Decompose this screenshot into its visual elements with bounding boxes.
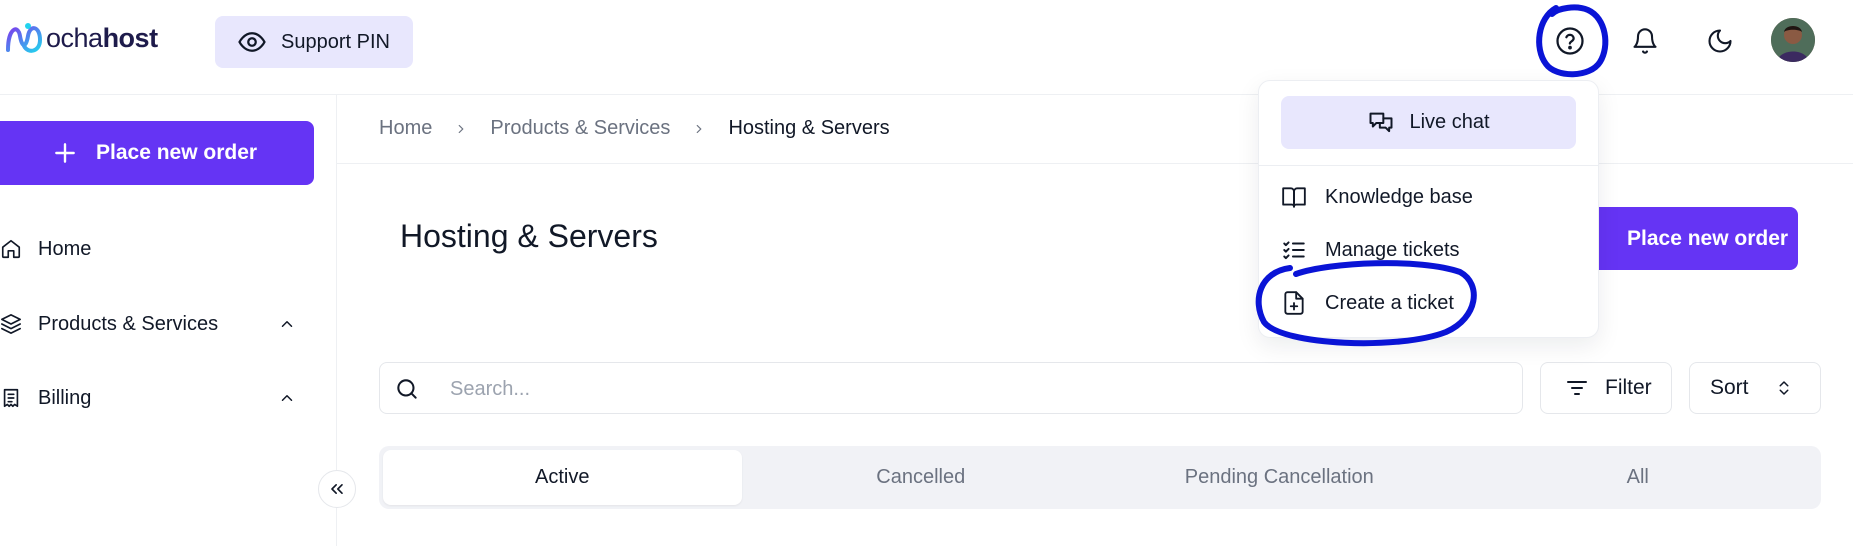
filter-label: Filter xyxy=(1605,376,1652,399)
theme-toggle-button[interactable] xyxy=(1700,21,1740,61)
breadcrumb-current: Hosting & Servers xyxy=(728,117,890,139)
tab-cancelled[interactable]: Cancelled xyxy=(742,450,1101,505)
search-box xyxy=(379,362,1523,415)
tab-pending-cancellation[interactable]: Pending Cancellation xyxy=(1100,450,1459,505)
support-pin-label: Support PIN xyxy=(281,30,390,53)
chevron-up-icon[interactable] xyxy=(278,389,296,407)
filter-button[interactable]: Filter xyxy=(1540,362,1672,414)
main-place-order-label: Place new order xyxy=(1627,226,1789,250)
menu-item-label: Knowledge base xyxy=(1325,185,1473,208)
status-tabs: Active Cancelled Pending Cancellation Al… xyxy=(379,446,1821,509)
sidebar-item-label: Billing xyxy=(38,386,92,409)
list-checks-icon xyxy=(1283,241,1305,260)
support-pin-button[interactable]: Support PIN xyxy=(215,16,413,68)
menu-item-manage-tickets[interactable]: Manage tickets xyxy=(1281,234,1460,266)
breadcrumb: Home Products & Services Hosting & Serve… xyxy=(379,117,890,140)
chevron-up-icon[interactable] xyxy=(278,315,296,333)
sidebar-item-label: Home xyxy=(38,237,92,260)
chevrons-left-icon xyxy=(331,484,343,494)
user-avatar[interactable] xyxy=(1771,18,1815,62)
file-plus-icon xyxy=(1284,291,1304,315)
search-icon xyxy=(397,379,417,399)
sidebar-item-home[interactable]: Home xyxy=(0,229,300,269)
bell-icon xyxy=(1633,28,1657,54)
menu-item-label: Manage tickets xyxy=(1325,238,1460,261)
sidebar-item-billing[interactable]: Billing xyxy=(0,378,300,418)
filter-lines-icon xyxy=(1567,381,1587,395)
help-button[interactable] xyxy=(1550,21,1590,61)
logo-mark-icon xyxy=(6,23,43,53)
page-title: Hosting & Servers xyxy=(400,218,658,254)
breadcrumb-bar: Home Products & Services Hosting & Serve… xyxy=(337,95,1853,164)
search-input[interactable] xyxy=(448,363,1502,415)
chevrons-up-down-icon xyxy=(1779,381,1789,395)
sidebar-place-order-label: Place new order xyxy=(96,141,258,164)
live-chat-button[interactable]: Live chat xyxy=(1281,96,1576,149)
help-circle-icon xyxy=(1556,27,1584,55)
sort-button[interactable]: Sort xyxy=(1689,362,1821,414)
tab-all[interactable]: All xyxy=(1459,450,1818,505)
moon-icon xyxy=(1708,29,1732,53)
mochahost-logo[interactable]: ochahost xyxy=(4,18,158,58)
book-open-icon xyxy=(1282,187,1306,208)
sidebar-collapse-button[interactable] xyxy=(318,470,356,508)
help-dropdown-menu: Live chat Knowledge base Manage tickets … xyxy=(1258,80,1599,338)
live-chat-label: Live chat xyxy=(1409,111,1490,133)
chevron-right-icon xyxy=(697,124,703,133)
menu-item-create-ticket[interactable]: Create a ticket xyxy=(1281,287,1454,319)
main-place-order-button[interactable]: Place new order xyxy=(1590,207,1798,270)
sidebar-item-label: Products & Services xyxy=(38,312,219,335)
receipt-icon xyxy=(3,388,19,408)
tab-active[interactable]: Active xyxy=(383,450,742,505)
eye-icon xyxy=(238,32,266,52)
chevron-right-icon xyxy=(459,124,464,133)
avatar-image-icon xyxy=(1771,18,1815,62)
chat-bubbles-icon xyxy=(1369,112,1393,132)
menu-divider xyxy=(1259,165,1598,166)
sidebar-place-order-button[interactable]: Place new order xyxy=(0,121,314,185)
menu-item-label: Create a ticket xyxy=(1325,291,1454,314)
breadcrumb-products-link[interactable]: Products & Services xyxy=(490,117,670,140)
breadcrumb-home-link[interactable]: Home xyxy=(379,117,432,140)
layers-icon xyxy=(1,314,21,334)
home-icon xyxy=(1,239,21,259)
menu-item-knowledge-base[interactable]: Knowledge base xyxy=(1281,181,1473,213)
sidebar-item-products-services[interactable]: Products & Services xyxy=(0,304,300,344)
plus-icon xyxy=(55,143,75,163)
sort-label: Sort xyxy=(1710,376,1749,399)
notifications-button[interactable] xyxy=(1625,21,1665,61)
logo-text: ochahost xyxy=(46,22,158,53)
